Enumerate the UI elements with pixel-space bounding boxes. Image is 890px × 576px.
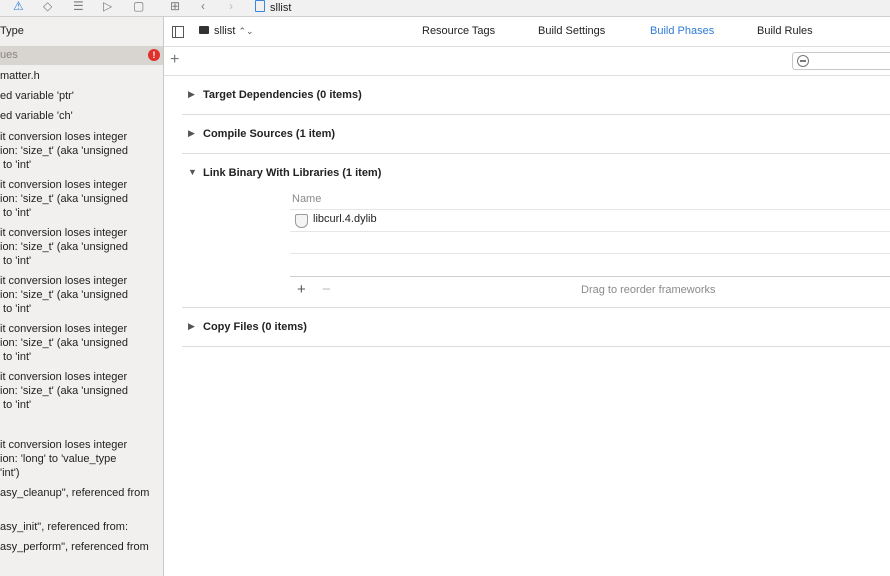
issue-item[interactable]: it conversion loses integer ion: 'size_t… <box>0 226 160 268</box>
chevron-updown-icon: ⌃⌄ <box>238 26 254 36</box>
comment-icon[interactable]: ▢ <box>133 0 144 14</box>
tab-build-phases[interactable]: Build Phases <box>650 25 714 37</box>
list-icon[interactable]: ☰ <box>73 0 84 14</box>
table-row <box>290 231 890 253</box>
back-icon[interactable]: ‹ <box>201 0 205 14</box>
libraries-table: Name libcurl.4.dylib + − Drag to reorder… <box>290 192 890 307</box>
phase-copy-files[interactable]: ▶ Copy Files (0 items) <box>182 308 890 347</box>
jump-file-label: sllist <box>270 2 292 14</box>
phase-target-dependencies[interactable]: ▶ Target Dependencies (0 items) <box>182 76 890 115</box>
forward-icon[interactable]: › <box>229 0 233 14</box>
breakpoint-icon[interactable]: ◇ <box>43 0 52 14</box>
sidebar-toggle-icon[interactable] <box>172 26 184 38</box>
issue-item[interactable]: it conversion loses integer ion: 'size_t… <box>0 178 160 220</box>
phase-title: Compile Sources (1 item) <box>203 128 336 140</box>
library-icon <box>295 214 308 228</box>
tab-resource-tags[interactable]: Resource Tags <box>422 25 495 37</box>
error-badge-icon: ! <box>148 49 160 61</box>
issue-navigator: Type ues ! matter.h ed variable 'ptr' ed… <box>0 17 164 576</box>
tab-build-settings[interactable]: Build Settings <box>538 25 605 37</box>
issue-item[interactable]: matter.h <box>0 69 160 83</box>
grid-icon[interactable]: ⊞ <box>170 0 180 14</box>
add-library-button[interactable]: + <box>297 281 306 298</box>
phase-title: Copy Files (0 items) <box>203 321 307 333</box>
target-label: sllist <box>214 25 236 37</box>
disclosure-right-icon[interactable]: ▶ <box>188 89 195 100</box>
issue-item[interactable]: it conversion loses integer ion: 'size_t… <box>0 130 160 172</box>
phase-title: Link Binary With Libraries (1 item) <box>203 167 382 179</box>
issue-item[interactable]: it conversion loses integer ion: 'size_t… <box>0 322 160 364</box>
issue-item[interactable]: it conversion loses integer ion: 'size_t… <box>0 274 160 316</box>
issue-item[interactable]: asy_cleanup", referenced from <box>0 486 160 500</box>
phase-toolbar: + <box>164 47 890 76</box>
terminal-icon <box>199 26 209 34</box>
remove-library-button[interactable]: − <box>322 281 331 298</box>
disclosure-right-icon[interactable]: ▶ <box>188 321 195 332</box>
phase-title: Target Dependencies (0 items) <box>203 89 362 101</box>
issue-item[interactable]: it conversion loses integer ion: 'size_t… <box>0 370 160 412</box>
filter-field[interactable] <box>792 52 890 70</box>
reorder-hint: Drag to reorder frameworks <box>581 284 716 296</box>
column-header-name[interactable]: Name <box>292 193 321 205</box>
disclosure-down-icon[interactable]: ▼ <box>188 167 197 177</box>
table-row <box>290 253 890 275</box>
disclosure-right-icon[interactable]: ▶ <box>188 128 195 139</box>
issue-item[interactable]: ed variable 'ch' <box>0 109 160 123</box>
window-toolbar-strip: ⚠ ◇ ☰ ▷ ▢ ⊞ ‹ › sllist <box>0 0 890 17</box>
tab-build-rules[interactable]: Build Rules <box>757 25 813 37</box>
issue-item[interactable]: it conversion loses integer ion: 'long' … <box>0 438 160 480</box>
warning-icon[interactable]: ⚠ <box>13 0 24 14</box>
libraries-footer: + − Drag to reorder frameworks <box>290 276 890 307</box>
file-icon <box>255 0 265 12</box>
issue-item[interactable]: asy_perform", referenced from <box>0 540 160 554</box>
filter-icon <box>797 55 809 67</box>
tag-icon[interactable]: ▷ <box>103 0 112 14</box>
library-name: libcurl.4.dylib <box>313 213 377 225</box>
issues-group-row[interactable]: ues ! <box>0 46 163 65</box>
table-row[interactable]: libcurl.4.dylib <box>290 209 890 231</box>
issue-item[interactable]: ed variable 'ptr' <box>0 89 160 103</box>
target-selector[interactable]: sllist ⌃⌄ <box>199 25 254 37</box>
issues-group-label: ues <box>0 49 18 61</box>
add-phase-button[interactable]: + <box>170 51 179 69</box>
jump-bar-file[interactable]: sllist <box>255 0 291 14</box>
editor-tab-bar: sllist ⌃⌄ Resource Tags Build Settings B… <box>164 17 890 47</box>
issue-item[interactable]: asy_init", referenced from: <box>0 520 160 534</box>
issues-header: Type <box>0 25 24 37</box>
phase-compile-sources[interactable]: ▶ Compile Sources (1 item) <box>182 115 890 154</box>
